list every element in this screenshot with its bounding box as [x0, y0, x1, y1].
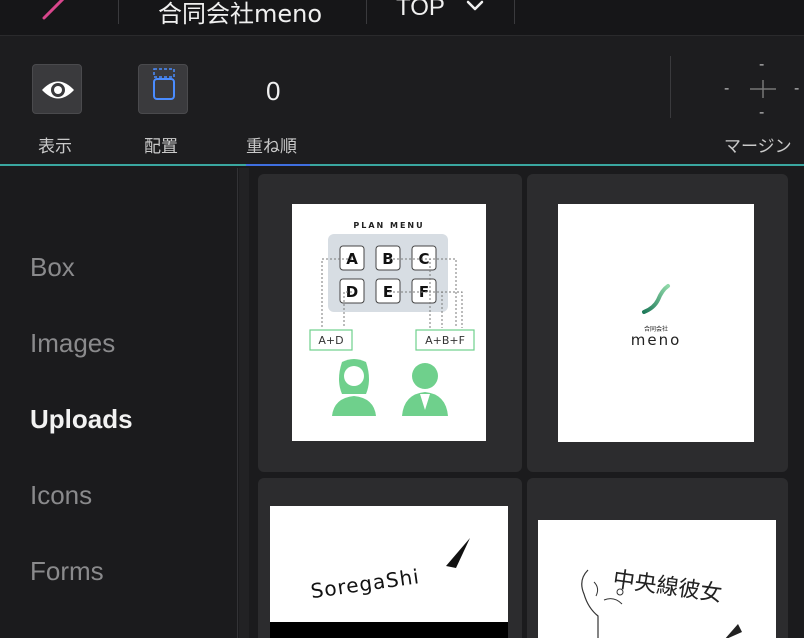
- plan-key-f: F: [419, 283, 429, 301]
- top-bar: 合同会社meno TOP: [0, 0, 804, 36]
- plan-menu-title: PLAN MENU: [353, 221, 424, 230]
- scroll-gutter: [239, 168, 249, 638]
- plan-key-b: B: [382, 250, 393, 268]
- plan-key-c: C: [418, 250, 429, 268]
- upload-card[interactable]: 中央線彼女: [527, 478, 788, 638]
- handwritten-image: 中央線彼女: [538, 520, 776, 638]
- soregashi-logo-image: SoregaShi: [270, 506, 508, 638]
- meno-name-label: meno: [631, 331, 682, 349]
- placement-label: 配置: [144, 137, 178, 157]
- margin-cross-icon: [750, 80, 776, 98]
- margin-label: マージン: [724, 137, 792, 157]
- chevron-down-icon[interactable]: [466, 0, 484, 12]
- divider: [366, 0, 367, 24]
- soregashi-text: SoregaShi: [309, 564, 421, 603]
- sidebar-item-icons[interactable]: Icons: [30, 480, 92, 511]
- soregashi-logo-graphic: SoregaShi: [270, 538, 508, 638]
- right-plan-tag: A+B+F: [425, 334, 465, 347]
- divider: [118, 0, 119, 24]
- plan-menu-graphic: PLAN MENU A B CD E F A+D A+B+F: [309, 221, 475, 416]
- placement-button[interactable]: [138, 64, 188, 114]
- meno-logo-graphic: 合同会社 meno: [631, 284, 682, 349]
- site-name[interactable]: 合同会社meno: [158, 0, 322, 29]
- margin-right[interactable]: -: [794, 80, 799, 98]
- sidebar-item-uploads[interactable]: Uploads: [30, 404, 133, 435]
- woman-figure: [332, 359, 376, 416]
- meno-logo-image: 合同会社 meno: [558, 204, 754, 442]
- sidebar-item-box[interactable]: Box: [30, 252, 75, 283]
- logo-icon[interactable]: [38, 0, 68, 20]
- plan-key-e: E: [383, 283, 393, 301]
- upload-card[interactable]: PLAN MENU ABCDEF A+D A+B+F: [258, 174, 522, 472]
- margin-left[interactable]: -: [724, 80, 729, 98]
- upload-card[interactable]: SoregaShi: [258, 478, 522, 638]
- display-label: 表示: [38, 137, 72, 157]
- display-toggle-button[interactable]: [32, 64, 82, 114]
- divider: [514, 0, 515, 24]
- zorder-label[interactable]: 重ね順: [246, 132, 297, 157]
- asset-sidebar: Box Images Uploads Icons Forms: [0, 168, 238, 638]
- page-select[interactable]: TOP: [396, 0, 445, 22]
- eye-icon: [42, 81, 74, 99]
- left-plan-tag: A+D: [318, 334, 343, 347]
- divider: [670, 56, 671, 118]
- handwritten-graphic: 中央線彼女: [581, 567, 742, 638]
- handwritten-text: 中央線彼女: [611, 567, 723, 607]
- sidebar-item-forms[interactable]: Forms: [30, 556, 104, 587]
- uploads-grid: PLAN MENU ABCDEF A+D A+B+F 合同会社 meno Sor…: [239, 168, 804, 638]
- margin-bottom[interactable]: -: [759, 104, 764, 122]
- man-figure: [402, 363, 448, 416]
- placement-icon: [153, 68, 175, 100]
- zorder-value[interactable]: 0: [266, 76, 280, 107]
- sidebar-item-images[interactable]: Images: [30, 328, 115, 359]
- active-underline: [246, 164, 310, 166]
- element-toolbar: 表示 配置 0 重ね順 - - - - マージン: [0, 36, 804, 166]
- margin-top[interactable]: -: [759, 56, 764, 74]
- upload-card[interactable]: 合同会社 meno: [527, 174, 788, 472]
- plan-menu-image: PLAN MENU ABCDEF A+D A+B+F: [292, 204, 486, 441]
